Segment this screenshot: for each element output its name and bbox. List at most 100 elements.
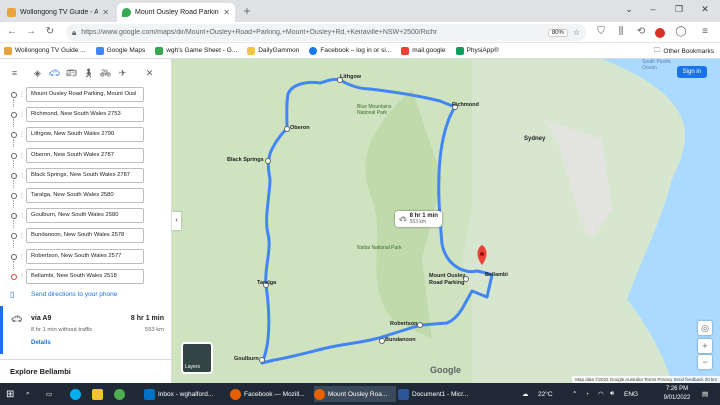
drag-handle-icon[interactable]: ⋮ — [19, 232, 25, 239]
extension-icon[interactable] — [655, 28, 665, 38]
reload-icon[interactable]: ↻ — [43, 25, 57, 39]
map-canvas[interactable]: Lithgow Richmond Oberon Black Springs Sy… — [172, 59, 720, 383]
back-icon[interactable]: ← — [5, 25, 19, 39]
other-bookmarks[interactable]: 🗀 Other Bookmarks — [654, 46, 714, 57]
drag-handle-icon[interactable]: ⋮ — [19, 273, 25, 280]
walking-icon[interactable]: 🚶︎ — [80, 68, 97, 79]
transit-icon[interactable]: 🚌︎ — [63, 68, 80, 79]
route-distance: 553 km — [144, 327, 164, 333]
bookmark-dailygammon[interactable]: DailyGammon — [247, 46, 299, 55]
close-icon[interactable]: ✕ — [141, 68, 158, 79]
zoom-indicator[interactable]: 80% — [547, 28, 568, 37]
temperature[interactable]: 22°C — [538, 386, 553, 402]
collapse-panel-icon[interactable]: ‹ — [172, 212, 181, 230]
connector-dots — [13, 159, 15, 168]
drag-handle-icon[interactable]: ⋮ — [19, 192, 25, 199]
location-icon[interactable]: ◎ — [698, 321, 712, 335]
taskbar-item-word[interactable]: Document1 - Micr... — [398, 386, 480, 402]
network-icon[interactable]: ◔ — [585, 386, 589, 402]
windows-start-icon[interactable]: ⊞ — [6, 386, 14, 402]
bookmark-physiapp[interactable]: PhysiApp® — [455, 46, 499, 55]
car-icon[interactable]: 🚗︎ — [46, 68, 63, 79]
layers-button[interactable]: Layers — [181, 342, 213, 374]
shield-icon[interactable]: ⛉ — [594, 25, 608, 39]
dropdown-icon[interactable]: ⌄ — [618, 4, 640, 15]
close-tab-icon[interactable]: ✕ — [102, 8, 109, 17]
forward-icon[interactable]: → — [24, 25, 38, 39]
waypoint-dot-icon — [11, 213, 17, 220]
drag-handle-icon[interactable]: ⋮ — [19, 91, 25, 98]
route-time-box[interactable]: 🚗︎ 8 hr 1 min 553 km — [395, 211, 442, 227]
url-bar[interactable]: 🔒︎ https://www.google.com/maps/dir/Mount… — [66, 24, 586, 41]
drag-handle-icon[interactable]: ⋮ — [19, 172, 25, 179]
new-tab-button[interactable]: + — [240, 4, 254, 18]
chrome-icon[interactable] — [114, 386, 125, 402]
send-directions-link[interactable]: Send directions to your phone — [31, 291, 117, 298]
stop-input[interactable]: Robertson, New South Wales 2577 — [26, 248, 144, 264]
waypoint-dot-icon — [11, 92, 17, 98]
bookmark-gmail[interactable]: mail.google — [401, 46, 446, 55]
tab-wollongong-tv[interactable]: Wollongong TV Guide - All TV S ✕ — [2, 3, 114, 22]
route-card[interactable]: 🚗︎ via A9 8 hr 1 min 8 hr 1 min without … — [0, 306, 171, 354]
stop-input[interactable]: Mount Ousley Road Parking, Mount Ousl — [26, 87, 144, 102]
tray-arrow-icon[interactable]: ⌃ — [572, 386, 577, 402]
drag-handle-icon[interactable]: ⋮ — [19, 131, 25, 138]
taskbar-item-inbox[interactable]: Inbox - wghalford... — [144, 386, 226, 402]
zoom-out-button[interactable]: − — [698, 355, 712, 369]
search-icon[interactable]: ⌕ — [26, 386, 30, 402]
volume-icon[interactable]: 🔊︎ — [610, 386, 614, 402]
stop-input[interactable]: Goulburn, New South Wales 2580 — [26, 208, 144, 224]
wifi-icon[interactable]: ◠ — [598, 386, 604, 402]
drag-handle-icon[interactable]: ⋮ — [19, 253, 25, 260]
account-icon[interactable]: ◯ — [674, 25, 688, 39]
zoom-in-button[interactable]: + — [698, 339, 712, 353]
restore-icon[interactable]: ❐ — [668, 4, 690, 15]
taskbar: ⊞ ⌕ ▭ Inbox - wghalford... Facebook — Mo… — [0, 383, 720, 405]
stop-input[interactable]: Bellambi, New South Wales 2518 — [26, 268, 144, 284]
phone-icon: ▯ — [10, 290, 15, 299]
drag-handle-icon[interactable]: ⋮ — [19, 212, 25, 219]
divider — [0, 359, 171, 360]
stop-input[interactable]: Taralga, New South Wales 2580 — [26, 188, 144, 203]
stop-input[interactable]: Richmond, New South Wales 2753 — [26, 107, 144, 123]
language[interactable]: ENG — [624, 386, 638, 402]
google-icon — [95, 46, 104, 55]
weather-icon[interactable]: ☁ — [522, 386, 529, 402]
menu-icon[interactable]: ≡ — [6, 68, 23, 78]
clock[interactable]: 7:26 PM 9/01/2022 — [660, 385, 694, 403]
sheets-icon — [155, 46, 164, 55]
bookmark-google-maps[interactable]: Google Maps — [95, 46, 145, 55]
star-icon[interactable]: ☆ — [573, 28, 580, 37]
bookmark-facebook[interactable]: Facebook – log in or si... — [309, 46, 391, 55]
skype-icon[interactable] — [70, 386, 81, 402]
url-text[interactable]: https://www.google.com/maps/dir/Mount+Ou… — [81, 29, 543, 36]
explorer-icon[interactable] — [92, 386, 103, 402]
connector-dots — [13, 139, 15, 148]
minimize-icon[interactable]: – — [642, 4, 664, 14]
drag-handle-icon[interactable]: ⋮ — [19, 111, 25, 118]
details-link[interactable]: Details — [31, 340, 51, 346]
sync-icon[interactable]: ⟲ — [634, 25, 648, 39]
sign-in-button[interactable]: Sign in — [676, 66, 707, 78]
flight-icon[interactable]: ✈︎ — [114, 68, 131, 79]
best-route-icon[interactable]: ◈ — [29, 68, 46, 79]
map-attribution: Map data ©2022 Google Australia Terms Pr… — [572, 376, 720, 383]
menu-icon[interactable]: ≡ — [698, 25, 712, 39]
stop-input[interactable]: Oberon, New South Wales 2787 — [26, 147, 144, 163]
cycling-icon[interactable]: 🚲︎ — [97, 68, 114, 79]
taskbar-item-maps[interactable]: Mount Ousley Roa... — [314, 386, 396, 402]
close-window-icon[interactable]: ✕ — [694, 4, 716, 15]
library-icon[interactable]: ⫼ — [614, 25, 628, 39]
drag-handle-icon[interactable]: ⋮ — [19, 152, 25, 159]
stop-input[interactable]: Lithgow, New South Wales 2790 — [26, 127, 144, 143]
close-tab-icon[interactable]: ✕ — [223, 8, 230, 17]
gmail-icon — [401, 46, 410, 55]
notifications-icon[interactable]: ▤ — [702, 386, 708, 402]
task-view-icon[interactable]: ▭ — [46, 386, 52, 402]
stop-input[interactable]: Bundanoon, New South Wales 2578 — [26, 228, 144, 244]
taskbar-item-facebook[interactable]: Facebook — Mozill... — [230, 386, 312, 402]
stop-input[interactable]: Black Springs, New South Wales 2787 — [26, 167, 144, 183]
bookmark-tv-guide[interactable]: Wollongong TV Guide ... — [4, 46, 86, 55]
tab-maps[interactable]: Mount Ousley Road Parking to ✕ — [117, 3, 235, 22]
bookmark-game-sheet[interactable]: wgh's Game Sheet - G... — [155, 46, 237, 55]
